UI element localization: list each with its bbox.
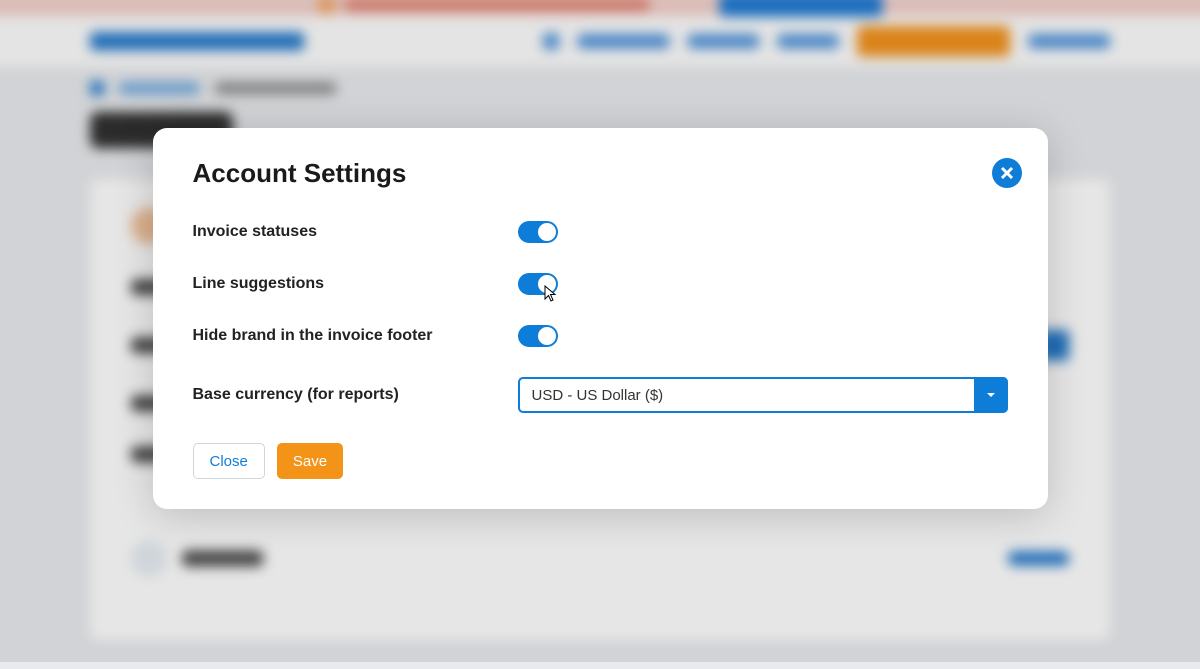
close-button[interactable]: Close: [193, 443, 265, 479]
setting-label: Line suggestions: [193, 275, 518, 293]
toggle-line-suggestions[interactable]: [518, 273, 558, 295]
select-value: USD - US Dollar ($): [532, 387, 664, 404]
base-currency-select[interactable]: USD - US Dollar ($): [518, 377, 1008, 413]
setting-base-currency: Base currency (for reports) USD - US Dol…: [193, 377, 1008, 413]
setting-label: Invoice statuses: [193, 223, 518, 241]
modal-overlay: Account Settings Invoice statuses Line s…: [0, 0, 1200, 662]
close-icon[interactable]: [992, 158, 1022, 188]
account-settings-modal: Account Settings Invoice statuses Line s…: [153, 128, 1048, 509]
setting-label: Hide brand in the invoice footer: [193, 327, 518, 345]
chevron-down-icon[interactable]: [974, 377, 1008, 413]
setting-label: Base currency (for reports): [193, 386, 518, 404]
setting-line-suggestions: Line suggestions: [193, 273, 1008, 295]
modal-title: Account Settings: [193, 158, 1008, 189]
modal-footer: Close Save: [193, 443, 1008, 479]
toggle-hide-brand[interactable]: [518, 325, 558, 347]
toggle-invoice-statuses[interactable]: [518, 221, 558, 243]
setting-hide-brand: Hide brand in the invoice footer: [193, 325, 1008, 347]
save-button[interactable]: Save: [277, 443, 343, 479]
setting-invoice-statuses: Invoice statuses: [193, 221, 1008, 243]
